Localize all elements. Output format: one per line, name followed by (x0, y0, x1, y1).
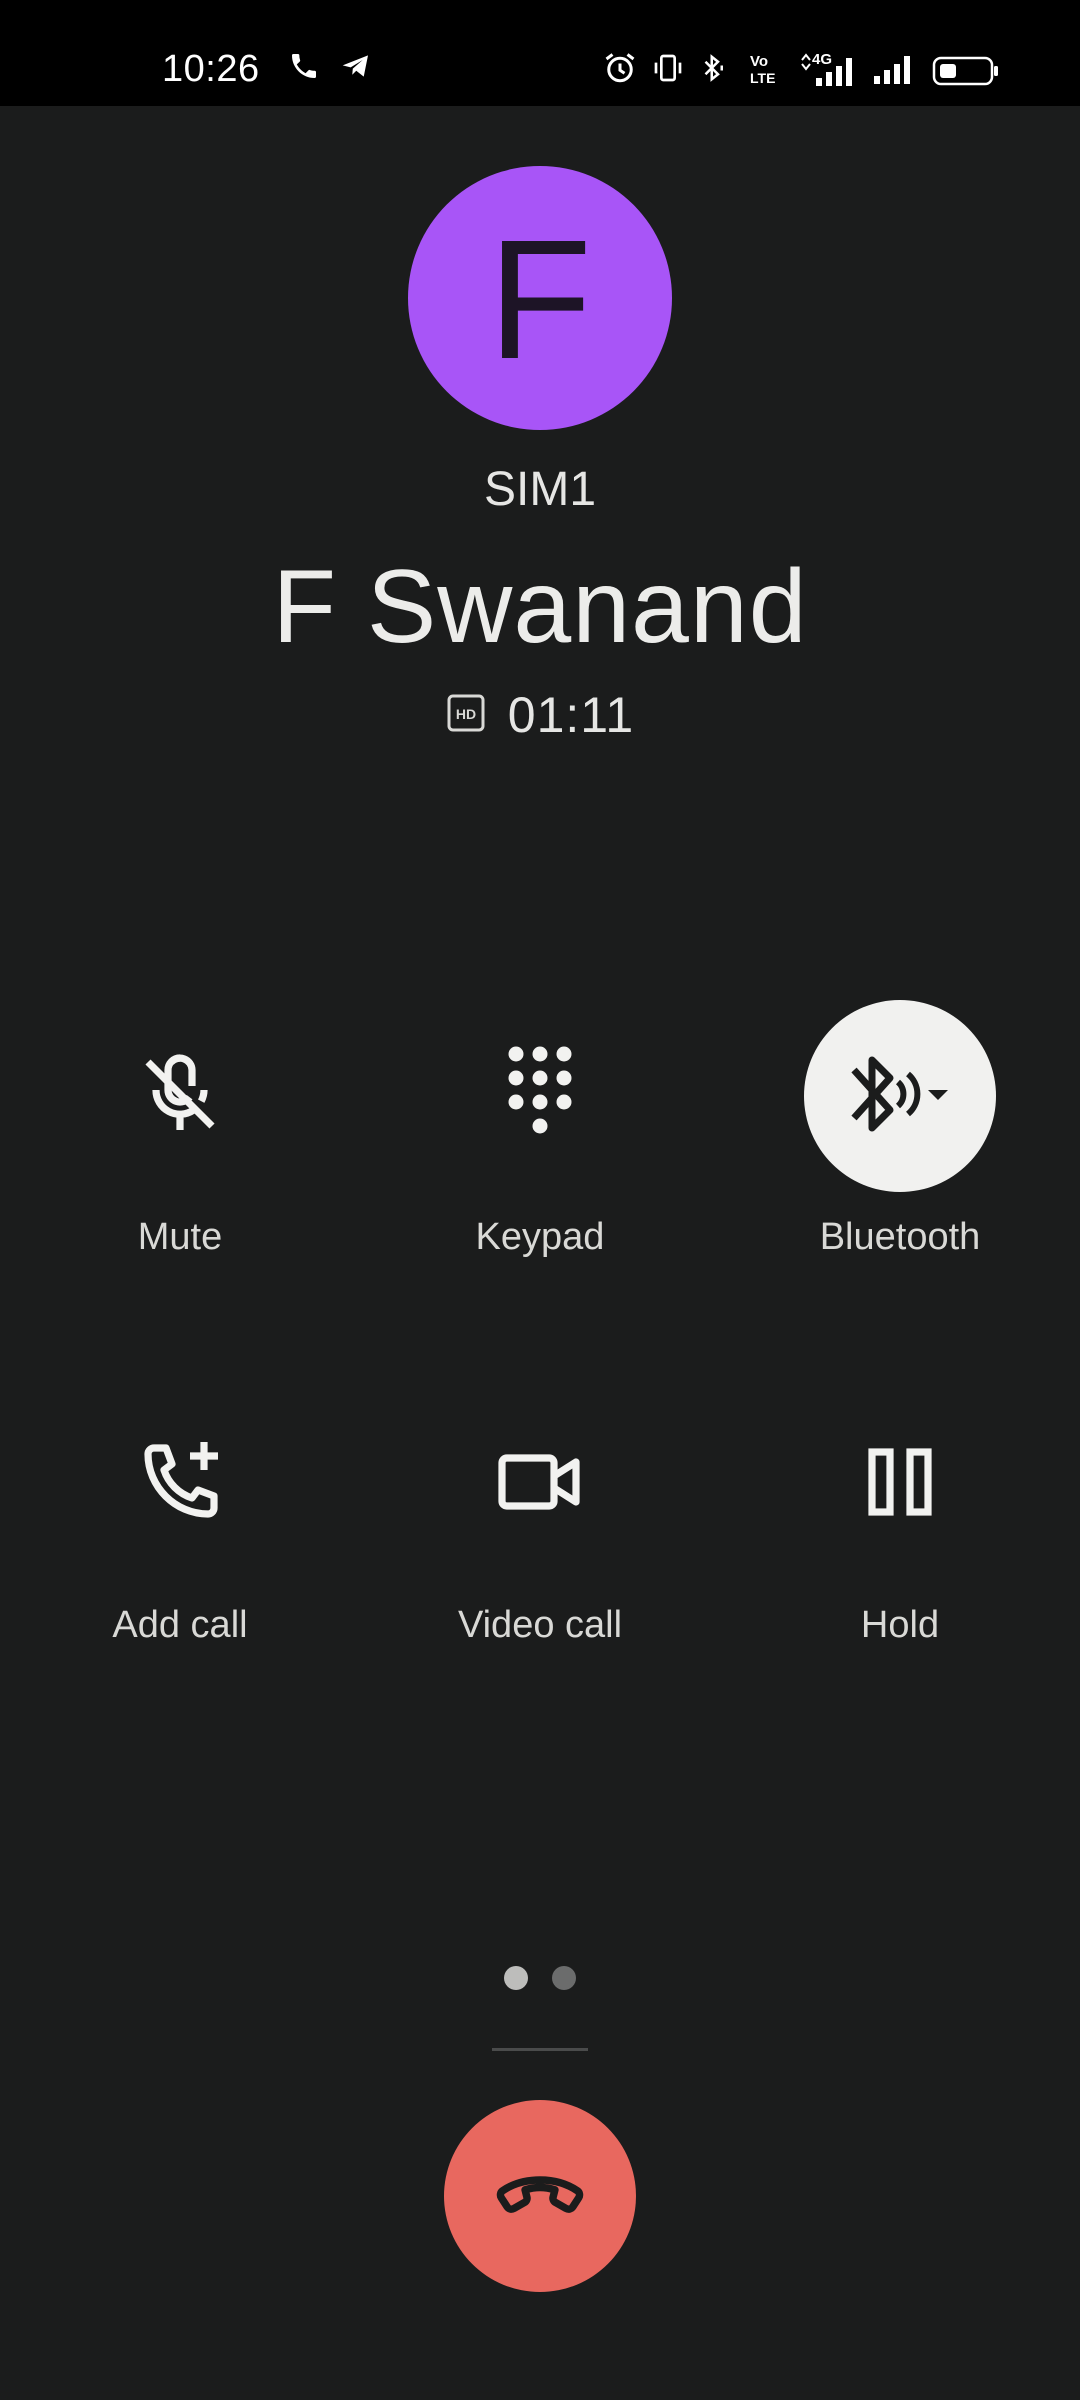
video-call-button[interactable]: Video call (390, 1388, 690, 1647)
mic-off-icon (132, 1046, 228, 1147)
battery-icon (932, 56, 1000, 86)
call-screen: 10:26 Vo LTE 4G F SIM1 F Swanand HD 01:1… (0, 0, 1080, 2400)
video-call-label: Video call (457, 1604, 623, 1646)
keypad-button-circle (444, 1000, 636, 1192)
phone-icon (288, 50, 320, 82)
svg-text:4G: 4G (812, 51, 832, 68)
caller-avatar: F (408, 166, 672, 430)
keypad-button[interactable]: Keypad (390, 1000, 690, 1259)
telegram-icon (338, 50, 374, 82)
sim-label: SIM1 (483, 463, 597, 516)
mute-label: Mute (137, 1216, 223, 1258)
bluetooth-label: Bluetooth (819, 1216, 981, 1258)
hold-button-circle (804, 1388, 996, 1580)
add-call-button[interactable]: Add call (30, 1388, 330, 1647)
add-call-icon (132, 1434, 228, 1535)
hold-button[interactable]: Hold (750, 1388, 1050, 1647)
call-end-icon (484, 2138, 596, 2255)
divider (492, 2048, 588, 2051)
volte-icon: Vo LTE (748, 52, 788, 86)
mute-button-circle (84, 1000, 276, 1192)
svg-text:LTE: LTE (750, 70, 775, 86)
add-call-button-circle (84, 1388, 276, 1580)
hold-label: Hold (860, 1604, 940, 1646)
vibrate-icon (652, 50, 684, 86)
bluetooth-icon (698, 50, 728, 86)
video-call-button-circle (444, 1388, 636, 1580)
call-meta: HD 01:11 (0, 686, 1080, 744)
signal-icon (872, 52, 918, 86)
page-indicator (0, 1966, 1080, 1990)
add-call-label: Add call (112, 1604, 248, 1646)
end-call-button[interactable] (444, 2100, 636, 2292)
svg-text:HD: HD (456, 706, 476, 722)
hd-voice-icon: HD (446, 693, 486, 738)
dialpad-icon (492, 1038, 588, 1155)
keypad-label: Keypad (475, 1216, 605, 1258)
mute-button[interactable]: Mute (30, 1000, 330, 1259)
avatar-letter: F (488, 205, 592, 395)
bluetooth-button-circle (804, 1000, 996, 1192)
call-duration: 01:11 (507, 687, 635, 743)
status-bar: 10:26 Vo LTE 4G (0, 0, 1080, 106)
svg-text:Vo: Vo (750, 53, 768, 70)
bluetooth-audio-icon (836, 1038, 964, 1155)
page-dot-1[interactable] (504, 1966, 528, 1990)
alarm-icon (602, 50, 638, 86)
bluetooth-button[interactable]: Bluetooth (750, 1000, 1050, 1259)
pause-icon (852, 1434, 948, 1535)
page-dot-2[interactable] (552, 1966, 576, 1990)
caller-name: F Swanand (272, 549, 808, 665)
4g-signal-icon: 4G (798, 50, 860, 88)
video-camera-icon (492, 1434, 588, 1535)
status-time: 10:26 (162, 48, 260, 90)
